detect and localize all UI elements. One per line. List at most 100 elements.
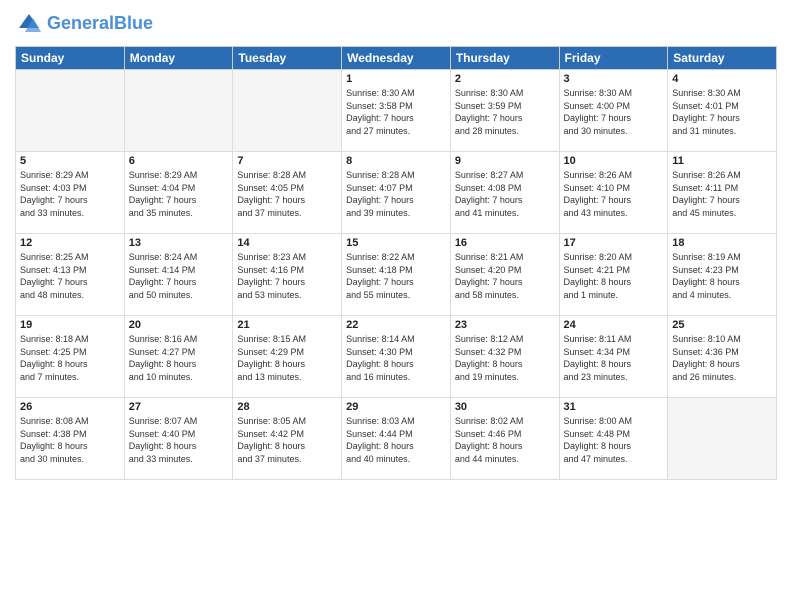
- day-number: 23: [455, 319, 555, 331]
- day-cell-7: 7 Sunrise: 8:28 AM Sunset: 4:05 PM Daylig…: [233, 152, 342, 234]
- day-info: Sunrise: 8:21 AM Sunset: 4:20 PM Dayligh…: [455, 251, 555, 301]
- day-number: 5: [20, 155, 120, 167]
- day-info: Sunrise: 8:25 AM Sunset: 4:13 PM Dayligh…: [20, 251, 120, 301]
- empty-cell: [233, 70, 342, 152]
- day-number: 24: [564, 319, 664, 331]
- day-cell-28: 28Sunrise: 8:05 AM Sunset: 4:42 PM Dayli…: [233, 398, 342, 480]
- day-cell-26: 26 Sunrise: 8:08 AM Sunset: 4:38 PM Dayli…: [16, 398, 125, 480]
- day-number: 27: [129, 401, 229, 413]
- week-row-4: 19Sunrise: 8:18 AM Sunset: 4:25 PM Dayli…: [16, 316, 777, 398]
- day-header-monday: Monday: [124, 47, 233, 70]
- day-number: 16: [455, 237, 555, 249]
- week-row-5: 26 Sunrise: 8:08 AM Sunset: 4:38 PM Dayli…: [16, 398, 777, 480]
- day-number: 12: [20, 237, 120, 249]
- day-cell-24: 24 Sunrise: 8:11 AM Sunset: 4:34 PM Dayli…: [559, 316, 668, 398]
- day-info: Sunrise: 8:18 AM Sunset: 4:25 PM Dayligh…: [20, 333, 120, 383]
- calendar-table: SundayMondayTuesdayWednesdayThursdayFrid…: [15, 46, 777, 480]
- day-number: 28: [237, 401, 337, 413]
- day-number: 20: [129, 319, 229, 331]
- day-number: 21: [237, 319, 337, 331]
- day-cell-6: 6 Sunrise: 8:29 AM Sunset: 4:04 PM Daylig…: [124, 152, 233, 234]
- day-cell-4: 4 Sunrise: 8:30 AM Sunset: 4:01 PM Daylig…: [668, 70, 777, 152]
- day-number: 15: [346, 237, 446, 249]
- day-info: Sunrise: 8:07 AM Sunset: 4:40 PM Dayligh…: [129, 415, 229, 465]
- day-cell-14: 14Sunrise: 8:23 AM Sunset: 4:16 PM Dayli…: [233, 234, 342, 316]
- day-cell-16: 16 Sunrise: 8:21 AM Sunset: 4:20 PM Dayli…: [450, 234, 559, 316]
- day-info: Sunrise: 8:24 AM Sunset: 4:14 PM Dayligh…: [129, 251, 229, 301]
- day-info: Sunrise: 8:19 AM Sunset: 4:23 PM Dayligh…: [672, 251, 772, 301]
- day-number: 4: [672, 73, 772, 85]
- day-info: Sunrise: 8:20 AM Sunset: 4:21 PM Dayligh…: [564, 251, 664, 301]
- day-info: Sunrise: 8:00 AM Sunset: 4:48 PM Dayligh…: [564, 415, 664, 465]
- day-info: Sunrise: 8:27 AM Sunset: 4:08 PM Dayligh…: [455, 169, 555, 219]
- day-info: Sunrise: 8:10 AM Sunset: 4:36 PM Dayligh…: [672, 333, 772, 383]
- day-number: 13: [129, 237, 229, 249]
- day-number: 2: [455, 73, 555, 85]
- day-cell-17: 17 Sunrise: 8:20 AM Sunset: 4:21 PM Dayli…: [559, 234, 668, 316]
- day-cell-31: 31Sunrise: 8:00 AM Sunset: 4:48 PM Dayli…: [559, 398, 668, 480]
- week-row-2: 5 Sunrise: 8:29 AM Sunset: 4:03 PM Daylig…: [16, 152, 777, 234]
- day-cell-21: 21 Sunrise: 8:15 AM Sunset: 4:29 PM Dayli…: [233, 316, 342, 398]
- day-cell-20: 20 Sunrise: 8:16 AM Sunset: 4:27 PM Dayli…: [124, 316, 233, 398]
- day-cell-1: 1Sunrise: 8:30 AM Sunset: 3:58 PM Daylig…: [342, 70, 451, 152]
- day-number: 26: [20, 401, 120, 413]
- day-info: Sunrise: 8:30 AM Sunset: 4:00 PM Dayligh…: [564, 87, 664, 137]
- day-info: Sunrise: 8:28 AM Sunset: 4:07 PM Dayligh…: [346, 169, 446, 219]
- day-info: Sunrise: 8:15 AM Sunset: 4:29 PM Dayligh…: [237, 333, 337, 383]
- day-info: Sunrise: 8:14 AM Sunset: 4:30 PM Dayligh…: [346, 333, 446, 383]
- day-cell-3: 3 Sunrise: 8:30 AM Sunset: 4:00 PM Daylig…: [559, 70, 668, 152]
- day-info: Sunrise: 8:12 AM Sunset: 4:32 PM Dayligh…: [455, 333, 555, 383]
- day-header-wednesday: Wednesday: [342, 47, 451, 70]
- day-info: Sunrise: 8:16 AM Sunset: 4:27 PM Dayligh…: [129, 333, 229, 383]
- day-info: Sunrise: 8:29 AM Sunset: 4:04 PM Dayligh…: [129, 169, 229, 219]
- day-cell-13: 13 Sunrise: 8:24 AM Sunset: 4:14 PM Dayli…: [124, 234, 233, 316]
- empty-cell: [668, 398, 777, 480]
- day-cell-30: 30 Sunrise: 8:02 AM Sunset: 4:46 PM Dayli…: [450, 398, 559, 480]
- day-number: 11: [672, 155, 772, 167]
- day-number: 6: [129, 155, 229, 167]
- day-number: 3: [564, 73, 664, 85]
- logo: GeneralBlue: [15, 10, 153, 38]
- day-cell-5: 5 Sunrise: 8:29 AM Sunset: 4:03 PM Daylig…: [16, 152, 125, 234]
- day-number: 8: [346, 155, 446, 167]
- day-cell-2: 2 Sunrise: 8:30 AM Sunset: 3:59 PM Daylig…: [450, 70, 559, 152]
- day-cell-15: 15 Sunrise: 8:22 AM Sunset: 4:18 PM Dayli…: [342, 234, 451, 316]
- logo-icon: [15, 10, 43, 38]
- day-number: 7: [237, 155, 337, 167]
- day-number: 29: [346, 401, 446, 413]
- day-number: 17: [564, 237, 664, 249]
- week-row-1: 1Sunrise: 8:30 AM Sunset: 3:58 PM Daylig…: [16, 70, 777, 152]
- day-info: Sunrise: 8:30 AM Sunset: 3:58 PM Dayligh…: [346, 87, 446, 137]
- day-info: Sunrise: 8:22 AM Sunset: 4:18 PM Dayligh…: [346, 251, 446, 301]
- day-cell-22: 22 Sunrise: 8:14 AM Sunset: 4:30 PM Dayli…: [342, 316, 451, 398]
- day-info: Sunrise: 8:26 AM Sunset: 4:10 PM Dayligh…: [564, 169, 664, 219]
- day-cell-9: 9 Sunrise: 8:27 AM Sunset: 4:08 PM Daylig…: [450, 152, 559, 234]
- day-info: Sunrise: 8:11 AM Sunset: 4:34 PM Dayligh…: [564, 333, 664, 383]
- day-cell-8: 8 Sunrise: 8:28 AM Sunset: 4:07 PM Daylig…: [342, 152, 451, 234]
- page-header: GeneralBlue: [15, 10, 777, 38]
- day-info: Sunrise: 8:29 AM Sunset: 4:03 PM Dayligh…: [20, 169, 120, 219]
- day-info: Sunrise: 8:30 AM Sunset: 3:59 PM Dayligh…: [455, 87, 555, 137]
- day-number: 9: [455, 155, 555, 167]
- day-info: Sunrise: 8:28 AM Sunset: 4:05 PM Dayligh…: [237, 169, 337, 219]
- day-cell-29: 29 Sunrise: 8:03 AM Sunset: 4:44 PM Dayli…: [342, 398, 451, 480]
- day-cell-12: 12 Sunrise: 8:25 AM Sunset: 4:13 PM Dayli…: [16, 234, 125, 316]
- day-cell-10: 10 Sunrise: 8:26 AM Sunset: 4:10 PM Dayli…: [559, 152, 668, 234]
- day-header-friday: Friday: [559, 47, 668, 70]
- day-number: 14: [237, 237, 337, 249]
- day-number: 10: [564, 155, 664, 167]
- day-header-saturday: Saturday: [668, 47, 777, 70]
- day-number: 30: [455, 401, 555, 413]
- day-cell-25: 25Sunrise: 8:10 AM Sunset: 4:36 PM Dayli…: [668, 316, 777, 398]
- day-info: Sunrise: 8:03 AM Sunset: 4:44 PM Dayligh…: [346, 415, 446, 465]
- day-info: Sunrise: 8:30 AM Sunset: 4:01 PM Dayligh…: [672, 87, 772, 137]
- day-info: Sunrise: 8:02 AM Sunset: 4:46 PM Dayligh…: [455, 415, 555, 465]
- day-info: Sunrise: 8:08 AM Sunset: 4:38 PM Dayligh…: [20, 415, 120, 465]
- day-number: 18: [672, 237, 772, 249]
- week-row-3: 12 Sunrise: 8:25 AM Sunset: 4:13 PM Dayli…: [16, 234, 777, 316]
- day-info: Sunrise: 8:26 AM Sunset: 4:11 PM Dayligh…: [672, 169, 772, 219]
- day-number: 22: [346, 319, 446, 331]
- day-header-thursday: Thursday: [450, 47, 559, 70]
- day-cell-19: 19Sunrise: 8:18 AM Sunset: 4:25 PM Dayli…: [16, 316, 125, 398]
- empty-cell: [124, 70, 233, 152]
